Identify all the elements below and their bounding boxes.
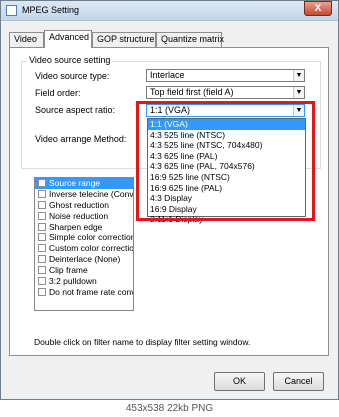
- video-source-legend: Video source setting: [27, 55, 113, 65]
- source-aspect-ratio-label: Source aspect ratio:: [35, 105, 116, 115]
- list-item[interactable]: Sharpen edge: [35, 222, 133, 233]
- list-item[interactable]: Deinterlace (None): [35, 254, 133, 265]
- list-item[interactable]: Ghost reduction: [35, 200, 133, 211]
- ok-button[interactable]: OK: [214, 372, 265, 391]
- list-item[interactable]: Clip frame: [35, 265, 133, 276]
- list-item[interactable]: Do not frame rate conversion: [35, 287, 133, 298]
- tab-video[interactable]: Video: [9, 32, 44, 47]
- chevron-down-icon[interactable]: ▼: [293, 70, 304, 81]
- list-item[interactable]: Source range: [35, 178, 133, 189]
- window-title: MPEG Setting: [22, 5, 80, 15]
- filter-checkbox[interactable]: [38, 211, 46, 220]
- red-annotation-box: [136, 101, 315, 221]
- filter-checkbox[interactable]: [38, 233, 46, 242]
- filter-checkbox[interactable]: [38, 277, 46, 286]
- cancel-button[interactable]: Cancel: [273, 372, 324, 391]
- list-item[interactable]: Inverse telecine (Convert to: [35, 189, 133, 200]
- video-arrange-method-label: Video arrange Method:: [35, 134, 127, 144]
- filter-checkbox[interactable]: [38, 266, 46, 275]
- filter-hint-text: Double click on filter name to display f…: [34, 337, 251, 347]
- filter-checkbox[interactable]: [38, 189, 46, 198]
- title-bar: MPEG Setting X: [1, 1, 338, 21]
- list-item[interactable]: Custom color correction: [35, 243, 133, 254]
- video-source-type-value: Interlace: [150, 70, 185, 80]
- field-order-value: Top field first (field A): [150, 87, 234, 97]
- close-button[interactable]: X: [304, 1, 332, 16]
- app-icon: [6, 5, 17, 16]
- list-item[interactable]: 3:2 pulldown: [35, 276, 133, 287]
- filter-checkbox[interactable]: [38, 200, 46, 209]
- list-item[interactable]: Noise reduction: [35, 211, 133, 222]
- filter-checkbox[interactable]: [38, 255, 46, 264]
- tab-gop-structure[interactable]: GOP structure: [92, 32, 156, 47]
- filter-checkbox[interactable]: [38, 222, 46, 231]
- video-source-type-select[interactable]: Interlace ▼: [146, 69, 305, 82]
- tab-quantize-matrix[interactable]: Quantize matrix: [156, 32, 224, 47]
- video-source-type-label: Video source type:: [35, 71, 110, 81]
- filter-checkbox[interactable]: [38, 244, 46, 253]
- tab-advanced[interactable]: Advanced: [44, 30, 92, 48]
- list-item[interactable]: Simple color correction: [35, 232, 133, 243]
- image-caption: 453x538 22kb PNG: [0, 400, 339, 417]
- field-order-select[interactable]: Top field first (field A) ▼: [146, 86, 305, 99]
- filter-list[interactable]: Source range Inverse telecine (Convert t…: [34, 177, 134, 311]
- filter-checkbox[interactable]: [38, 287, 46, 296]
- mpeg-setting-window: MPEG Setting X Video Advanced GOP struct…: [0, 0, 339, 400]
- filter-checkbox[interactable]: [38, 179, 46, 187]
- field-order-label: Field order:: [35, 88, 81, 98]
- chevron-down-icon[interactable]: ▼: [293, 87, 304, 98]
